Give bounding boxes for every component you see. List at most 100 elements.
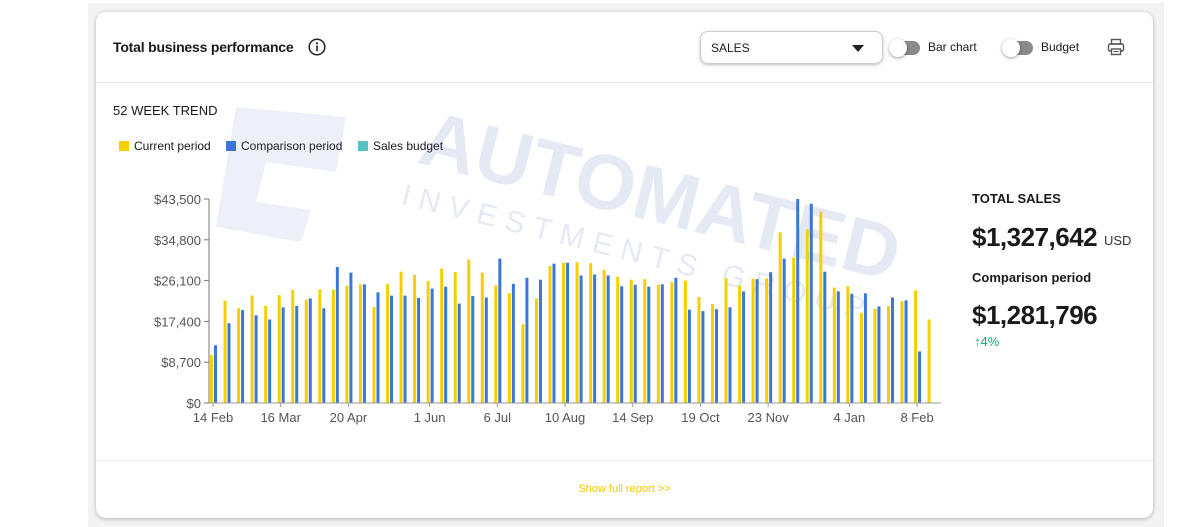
bar-comparison-period[interactable] (850, 293, 854, 403)
bar-comparison-period[interactable] (227, 323, 231, 403)
print-icon[interactable] (1107, 38, 1125, 56)
bar-current-period[interactable] (331, 289, 335, 403)
bar-current-period[interactable] (765, 278, 769, 403)
bar-current-period[interactable] (494, 285, 498, 403)
bar-current-period[interactable] (210, 355, 213, 403)
bar-current-period[interactable] (534, 298, 538, 403)
bar-comparison-period[interactable] (566, 262, 570, 403)
bar-current-period[interactable] (914, 290, 918, 403)
bar-current-period[interactable] (291, 289, 295, 403)
bar-comparison-period[interactable] (863, 293, 867, 403)
bar-current-period[interactable] (900, 301, 904, 403)
budget-toggle[interactable] (1002, 39, 1033, 57)
bar-comparison-period[interactable] (322, 308, 326, 403)
bar-current-period[interactable] (386, 283, 390, 403)
bar-comparison-period[interactable] (525, 277, 529, 403)
bar-current-period[interactable] (792, 257, 796, 403)
bar-comparison-period[interactable] (511, 283, 515, 403)
bar-comparison-period[interactable] (687, 309, 691, 403)
bar-comparison-period[interactable] (484, 297, 488, 403)
bar-comparison-period[interactable] (214, 345, 217, 403)
bar-current-period[interactable] (819, 211, 823, 403)
bar-current-period[interactable] (738, 285, 742, 403)
bar-comparison-period[interactable] (268, 319, 272, 403)
bar-current-period[interactable] (846, 286, 850, 403)
bar-comparison-period[interactable] (755, 279, 759, 403)
bar-comparison-period[interactable] (498, 258, 502, 403)
bar-current-period[interactable] (277, 295, 281, 403)
bar-current-period[interactable] (751, 278, 755, 403)
bar-current-period[interactable] (358, 284, 362, 403)
bar-comparison-period[interactable] (904, 300, 908, 403)
bar-current-period[interactable] (656, 284, 660, 403)
bar-comparison-period[interactable] (782, 258, 786, 403)
bar-comparison-period[interactable] (674, 277, 678, 403)
bar-current-period[interactable] (562, 262, 566, 403)
bar-current-period[interactable] (467, 259, 471, 403)
bar-comparison-period[interactable] (714, 309, 718, 403)
bar-comparison-period[interactable] (728, 307, 732, 403)
bar-current-period[interactable] (832, 287, 836, 403)
bar-current-period[interactable] (859, 312, 863, 403)
bar-current-period[interactable] (643, 279, 647, 403)
bar-comparison-period[interactable] (877, 306, 881, 403)
bar-comparison-period[interactable] (390, 295, 394, 403)
bar-comparison-period[interactable] (362, 284, 366, 403)
bar-comparison-period[interactable] (444, 286, 448, 403)
bar-comparison-period[interactable] (241, 310, 245, 403)
bar-current-period[interactable] (927, 319, 931, 403)
bar-comparison-period[interactable] (809, 203, 813, 403)
bar-comparison-period[interactable] (552, 263, 556, 403)
bar-comparison-period[interactable] (742, 291, 746, 403)
bar-current-period[interactable] (616, 276, 620, 403)
bar-comparison-period[interactable] (620, 286, 624, 403)
bar-comparison-period[interactable] (295, 305, 299, 403)
bar-comparison-period[interactable] (430, 288, 434, 403)
bar-comparison-period[interactable] (403, 295, 407, 403)
bar-comparison-period[interactable] (593, 274, 597, 403)
bar-current-period[interactable] (710, 304, 714, 403)
bar-comparison-period[interactable] (918, 351, 922, 403)
bar-current-period[interactable] (575, 262, 579, 403)
bar-comparison-period[interactable] (457, 303, 461, 403)
bar-current-period[interactable] (887, 305, 890, 403)
bar-current-period[interactable] (264, 305, 268, 403)
bar-comparison-period[interactable] (254, 315, 258, 403)
bar-current-period[interactable] (521, 324, 525, 403)
bar-comparison-period[interactable] (281, 307, 285, 403)
bar-comparison-period[interactable] (335, 267, 339, 403)
bar-current-period[interactable] (223, 300, 227, 403)
bar-current-period[interactable] (548, 266, 552, 403)
bar-current-period[interactable] (697, 297, 701, 403)
bar-current-period[interactable] (372, 306, 376, 403)
bar-comparison-period[interactable] (647, 286, 651, 403)
bar-current-period[interactable] (724, 278, 728, 403)
show-full-report-link[interactable]: Show full report >> (96, 483, 1153, 495)
bar-current-period[interactable] (805, 229, 809, 403)
bar-comparison-period[interactable] (349, 272, 353, 403)
bar-comparison-period[interactable] (308, 298, 312, 403)
bar-comparison-period[interactable] (538, 279, 542, 403)
bar-current-period[interactable] (318, 289, 322, 403)
bar-current-period[interactable] (426, 281, 430, 403)
bar-current-period[interactable] (304, 299, 308, 403)
bar-current-period[interactable] (399, 271, 403, 403)
bar-current-period[interactable] (237, 308, 241, 403)
bar-comparison-period[interactable] (660, 284, 664, 403)
bar-comparison-period[interactable] (836, 291, 840, 403)
bar-comparison-period[interactable] (376, 292, 380, 403)
bar-current-period[interactable] (345, 285, 349, 403)
bar-current-period[interactable] (683, 280, 687, 403)
bar-comparison-period[interactable] (417, 297, 421, 403)
bar-current-period[interactable] (778, 232, 782, 403)
bar-current-period[interactable] (413, 274, 417, 403)
bar-comparison-period[interactable] (579, 275, 583, 403)
bar-comparison-period[interactable] (769, 272, 773, 403)
bar-comparison-period[interactable] (633, 284, 637, 403)
bar-current-period[interactable] (602, 269, 606, 403)
bar-current-period[interactable] (873, 308, 877, 403)
bar-current-period[interactable] (670, 282, 674, 403)
bar-current-period[interactable] (589, 263, 593, 403)
bar-current-period[interactable] (507, 293, 511, 403)
bar-comparison-period[interactable] (796, 199, 800, 403)
